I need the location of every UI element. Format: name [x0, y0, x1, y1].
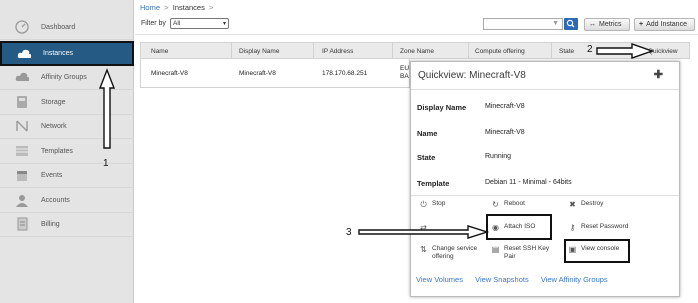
annotation-arrow-1	[98, 68, 116, 149]
annotation-label-2: 2	[587, 44, 593, 55]
annotation-label-1: 1	[103, 158, 109, 169]
annotation-layer	[98, 43, 655, 239]
annotation-arrow-2	[596, 43, 655, 59]
annotation-label-3: 3	[346, 227, 352, 238]
annotation-arrow-3	[358, 225, 490, 239]
